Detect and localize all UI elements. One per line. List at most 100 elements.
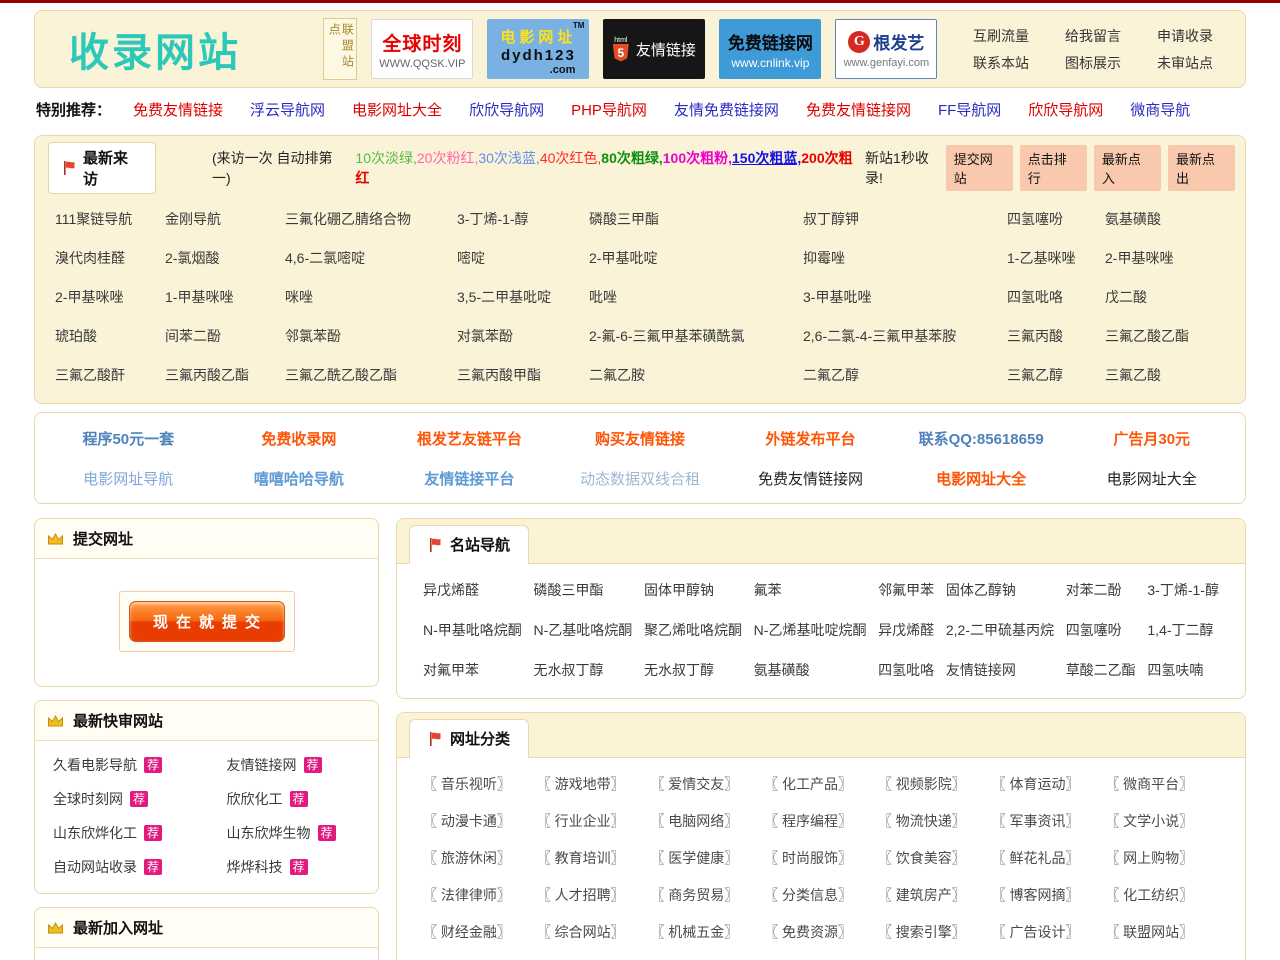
category-link[interactable]: 〖 博客网摘〗 bbox=[992, 885, 1106, 905]
ad-link[interactable]: 友情链接平台 bbox=[384, 468, 555, 489]
header-link[interactable]: 互刷流量 bbox=[973, 26, 1029, 46]
site-link[interactable]: 抑霉唑 bbox=[803, 248, 1007, 268]
category-link[interactable]: 〖 程序编程〗 bbox=[764, 811, 878, 831]
site-link[interactable]: 对苯二酚 bbox=[1066, 580, 1136, 600]
category-link[interactable]: 〖 商务贸易〗 bbox=[650, 885, 764, 905]
category-link[interactable]: 〖 化工纺织〗 bbox=[1105, 885, 1219, 905]
visits-action-button[interactable]: 最新点入 bbox=[1094, 145, 1161, 191]
special-link[interactable]: PHP导航网 bbox=[571, 99, 647, 120]
category-link[interactable]: 〖 财经金融〗 bbox=[423, 922, 537, 942]
category-link[interactable]: 〖 视频影院〗 bbox=[878, 774, 992, 794]
site-link[interactable]: 无水叔丁醇 bbox=[533, 660, 632, 680]
site-link[interactable]: 三氟丙酸乙酯 bbox=[165, 365, 285, 385]
site-link[interactable]: 三氟乙酸 bbox=[1105, 365, 1225, 385]
header-link[interactable]: 联系本站 bbox=[973, 53, 1029, 73]
category-link[interactable]: 〖 文学小说〗 bbox=[1105, 811, 1219, 831]
special-link[interactable]: 欣欣导航网 bbox=[469, 99, 544, 120]
site-link[interactable]: 氨基磺酸 bbox=[1105, 209, 1225, 229]
site-link[interactable]: 咪唑 bbox=[285, 287, 457, 307]
site-link[interactable]: 3,5-二甲基吡啶 bbox=[457, 287, 589, 307]
site-link[interactable]: 草酸二乙酯 bbox=[1066, 660, 1136, 680]
ad-link[interactable]: 外链发布平台 bbox=[725, 428, 896, 449]
site-link[interactable]: 磷酸三甲酯 bbox=[589, 209, 803, 229]
site-link[interactable]: 3-丁烯-1-醇 bbox=[457, 209, 589, 229]
site-link[interactable]: 三氟丙酸甲酯 bbox=[457, 365, 589, 385]
banner-genfayi[interactable]: G 根发艺 www.genfayi.com bbox=[835, 19, 937, 79]
category-link[interactable]: 〖 电脑网络〗 bbox=[650, 811, 764, 831]
ad-link[interactable]: 免费友情链接网 bbox=[725, 468, 896, 489]
banner-html5-links[interactable]: html 5 友情链接 bbox=[603, 19, 705, 79]
site-link[interactable]: N-甲基吡咯烷酮 bbox=[423, 620, 522, 640]
site-link[interactable]: 邻氟甲苯 bbox=[878, 580, 934, 600]
category-link[interactable]: 〖 化工产品〗 bbox=[764, 774, 878, 794]
site-link[interactable]: 1-乙基咪唑 bbox=[1007, 248, 1105, 268]
category-link[interactable]: 〖 游戏地带〗 bbox=[537, 774, 651, 794]
site-link[interactable]: 久看电影导航荐 bbox=[53, 755, 227, 775]
ad-link[interactable]: 嘻嘻哈哈导航 bbox=[214, 468, 385, 489]
site-link[interactable]: 友情链接网 bbox=[946, 660, 1054, 680]
site-link[interactable]: 间苯二酚 bbox=[165, 326, 285, 346]
site-link[interactable]: 山东欣烨生物荐 bbox=[227, 823, 360, 843]
site-link[interactable]: 2-甲基咪唑 bbox=[1105, 248, 1225, 268]
site-link[interactable]: 金刚导航 bbox=[165, 209, 285, 229]
ad-link[interactable]: 根发艺友链平台 bbox=[384, 428, 555, 449]
site-link[interactable]: 111聚链导航 bbox=[55, 209, 165, 229]
ad-link[interactable]: 购买友情链接 bbox=[555, 428, 726, 449]
site-link[interactable]: N-乙烯基吡啶烷酮 bbox=[754, 620, 867, 640]
site-link[interactable]: 吡唑 bbox=[589, 287, 803, 307]
site-link[interactable]: 四氢呋喃 bbox=[1147, 660, 1219, 680]
site-link[interactable]: 对氟甲苯 bbox=[423, 660, 522, 680]
category-link[interactable]: 〖 时尚服饰〗 bbox=[764, 848, 878, 868]
visits-action-button[interactable]: 最新点出 bbox=[1168, 145, 1235, 191]
category-link[interactable]: 〖 旅游休闲〗 bbox=[423, 848, 537, 868]
category-link[interactable]: 〖 动漫卡通〗 bbox=[423, 811, 537, 831]
site-link[interactable]: 2-甲基咪唑 bbox=[55, 287, 165, 307]
header-link[interactable]: 图标展示 bbox=[1065, 53, 1121, 73]
category-link[interactable]: 〖 军事资讯〗 bbox=[992, 811, 1106, 831]
special-link[interactable]: 微商导航 bbox=[1130, 99, 1190, 120]
site-link[interactable]: 欣欣化工荐 bbox=[227, 789, 360, 809]
category-link[interactable]: 〖 爱情交友〗 bbox=[650, 774, 764, 794]
site-link[interactable]: 磷酸三甲酯 bbox=[533, 580, 632, 600]
ad-link[interactable]: 广告月30元 bbox=[1066, 428, 1237, 449]
site-link[interactable]: 4,6-二氯嘧啶 bbox=[285, 248, 457, 268]
category-link[interactable]: 〖 鲜花礼品〗 bbox=[992, 848, 1106, 868]
ad-link[interactable]: 免费收录网 bbox=[214, 428, 385, 449]
category-link[interactable]: 〖 广告设计〗 bbox=[992, 922, 1106, 942]
category-link[interactable]: 〖 人才招聘〗 bbox=[537, 885, 651, 905]
site-link[interactable]: 全球时刻网荐 bbox=[53, 789, 227, 809]
site-link[interactable]: 四氢噻吩 bbox=[1066, 620, 1136, 640]
site-link[interactable]: 四氢吡咯 bbox=[878, 660, 934, 680]
ad-link[interactable]: 电影网址大全 bbox=[896, 468, 1067, 489]
site-link[interactable]: 2,6-二氯-4-三氟甲基苯胺 bbox=[803, 326, 1007, 346]
site-link[interactable]: 3-丁烯-1-醇 bbox=[1147, 580, 1219, 600]
site-link[interactable]: 三氟乙酰乙酸乙酯 bbox=[285, 365, 457, 385]
header-link[interactable]: 给我留言 bbox=[1065, 26, 1121, 46]
special-link[interactable]: FF导航网 bbox=[938, 99, 1001, 120]
ad-link[interactable]: 程序50元一套 bbox=[43, 428, 214, 449]
tab-categories[interactable]: 网址分类 bbox=[409, 719, 529, 758]
site-link[interactable]: 二氟乙胺 bbox=[589, 365, 803, 385]
category-link[interactable]: 〖 微商平台〗 bbox=[1105, 774, 1219, 794]
site-link[interactable]: 三氟丙酸 bbox=[1007, 326, 1105, 346]
category-link[interactable]: 〖 建筑房产〗 bbox=[878, 885, 992, 905]
banner-dydh123[interactable]: TM 电影网址 dydh123 .com bbox=[487, 19, 589, 79]
category-link[interactable]: 〖 网上购物〗 bbox=[1105, 848, 1219, 868]
site-link[interactable]: 2,2-二甲硫基丙烷 bbox=[946, 620, 1054, 640]
banner-cnlink[interactable]: 免费链接网 www.cnlink.vip bbox=[719, 19, 821, 79]
header-link[interactable]: 申请收录 bbox=[1157, 26, 1213, 46]
site-link[interactable]: 氟苯 bbox=[754, 580, 867, 600]
site-link[interactable]: 无水叔丁醇 bbox=[644, 660, 742, 680]
site-link[interactable]: 三氟乙醇 bbox=[1007, 365, 1105, 385]
category-link[interactable]: 〖 机械五金〗 bbox=[650, 922, 764, 942]
category-link[interactable]: 〖 物流快递〗 bbox=[878, 811, 992, 831]
site-link[interactable]: 1-甲基咪唑 bbox=[165, 287, 285, 307]
tab-famous-nav[interactable]: 名站导航 bbox=[409, 525, 529, 564]
site-link[interactable]: 氨基磺酸 bbox=[754, 660, 867, 680]
site-link[interactable]: 自动网站收录荐 bbox=[53, 857, 227, 877]
header-link[interactable]: 未审站点 bbox=[1157, 53, 1213, 73]
special-link[interactable]: 免费友情链接网 bbox=[806, 99, 911, 120]
tab-latest-visits[interactable]: 最新来访 bbox=[48, 142, 156, 194]
category-link[interactable]: 〖 法律律师〗 bbox=[423, 885, 537, 905]
site-link[interactable]: 友情链接网荐 bbox=[227, 755, 360, 775]
